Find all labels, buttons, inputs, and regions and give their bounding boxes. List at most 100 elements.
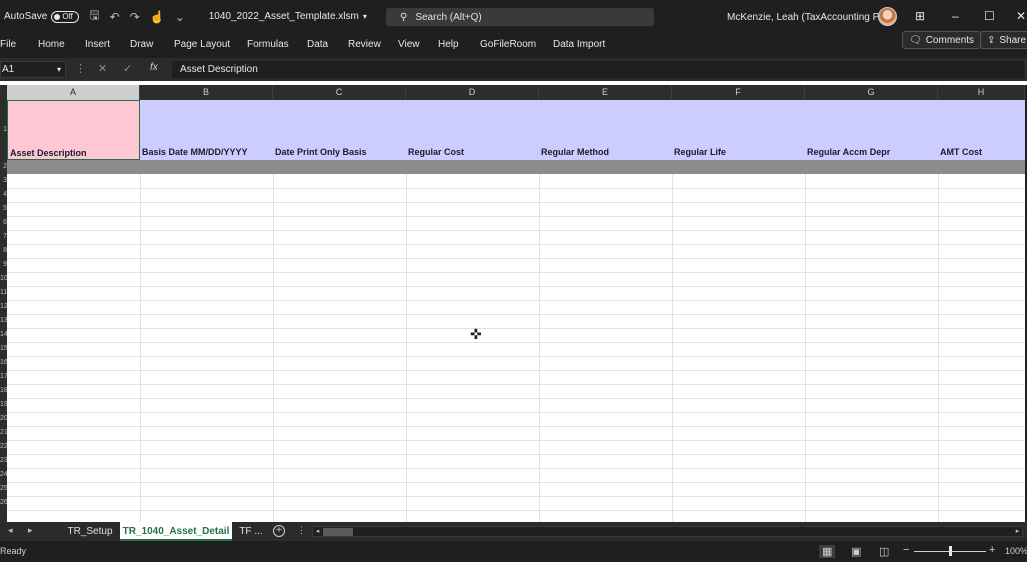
column-header-a[interactable]: A xyxy=(7,85,140,100)
zoom-slider-thumb[interactable] xyxy=(949,546,952,556)
row-header[interactable]: 10 xyxy=(0,272,7,286)
insert-function-icon[interactable]: fx xyxy=(150,62,158,73)
cell-g1[interactable]: Regular Accm Depr xyxy=(805,100,938,160)
menu-gofileroom[interactable]: GoFileRoom xyxy=(480,39,536,50)
row-header[interactable]: 3 xyxy=(0,174,7,188)
row-header[interactable]: 14 xyxy=(0,328,7,342)
redo-icon[interactable]: ↷ xyxy=(130,10,140,24)
scroll-right-icon[interactable]: ▸ xyxy=(1013,527,1022,536)
row-header[interactable]: 20 xyxy=(0,412,7,426)
row-header[interactable]: 1 xyxy=(0,100,7,160)
menu-insert[interactable]: Insert xyxy=(85,39,110,50)
column-header-b[interactable]: B xyxy=(140,85,273,100)
sheet-tab-tr-setup[interactable]: TR_Setup xyxy=(61,522,119,541)
row-header[interactable]: 22 xyxy=(0,440,7,454)
column-header-d[interactable]: D xyxy=(406,85,539,100)
row-header[interactable]: 18 xyxy=(0,384,7,398)
row-header[interactable]: 11 xyxy=(0,286,7,300)
close-icon[interactable]: ✕ xyxy=(1016,9,1026,23)
menu-view[interactable]: View xyxy=(398,39,420,50)
page-break-preview-icon[interactable]: ◫ xyxy=(879,545,889,558)
sheet-tab-tr-1040-asset-detail[interactable]: TR_1040_Asset_Detail xyxy=(120,522,232,541)
undo-icon[interactable]: ↶ xyxy=(110,10,120,24)
cell-b1[interactable]: Basis Date MM/DD/YYYY xyxy=(140,100,273,160)
name-box[interactable]: A1 ▾ xyxy=(0,61,66,78)
column-header-g[interactable]: G xyxy=(805,85,938,100)
row-header[interactable]: 19 xyxy=(0,398,7,412)
tab-scroll-left-icon[interactable]: ◂ xyxy=(8,525,13,536)
row-header[interactable]: 9 xyxy=(0,258,7,272)
menu-formulas[interactable]: Formulas xyxy=(247,39,289,50)
menu-help[interactable]: Help xyxy=(438,39,459,50)
comments-button[interactable]: 🗨 Comments xyxy=(902,31,982,49)
row-header[interactable]: 2 xyxy=(0,160,7,174)
file-name[interactable]: 1040_2022_Asset_Template.xlsm xyxy=(209,11,359,22)
zoom-level[interactable]: 100% xyxy=(1005,546,1027,556)
scrollbar-thumb[interactable] xyxy=(323,528,353,536)
row-header[interactable]: 4 xyxy=(0,188,7,202)
row-header[interactable]: 25 xyxy=(0,482,7,496)
row-header[interactable]: 16 xyxy=(0,356,7,370)
cell-d1[interactable]: Regular Cost xyxy=(406,100,539,160)
status-bar: Ready ▦ ▣ ◫ − + 100% xyxy=(0,541,1027,562)
menu-data-import[interactable]: Data Import xyxy=(553,39,605,50)
customize-toolbar-icon[interactable]: ⌄ xyxy=(175,10,185,24)
chevron-down-icon[interactable]: ▾ xyxy=(363,12,367,21)
worksheet-grid[interactable]: Asset Description Basis Date MM/DD/YYYY … xyxy=(7,100,1025,522)
page-layout-view-icon[interactable]: ▣ xyxy=(851,545,861,558)
select-all-corner[interactable] xyxy=(0,85,7,100)
menu-review[interactable]: Review xyxy=(348,39,381,50)
column-header-c[interactable]: C xyxy=(273,85,406,100)
row-header[interactable]: 24 xyxy=(0,468,7,482)
chevron-down-icon[interactable]: ▾ xyxy=(57,62,61,77)
cell-f1[interactable]: Regular Life xyxy=(672,100,805,160)
menu-page-layout[interactable]: Page Layout xyxy=(174,39,230,50)
cancel-icon[interactable]: ✕ xyxy=(98,62,107,75)
cell-e1[interactable]: Regular Method xyxy=(539,100,672,160)
minimize-icon[interactable]: – xyxy=(952,9,959,23)
enter-icon[interactable]: ✓ xyxy=(123,62,132,75)
maximize-icon[interactable]: ☐ xyxy=(984,9,995,23)
more-sheets-icon[interactable]: ⋮ xyxy=(297,525,306,536)
row-header[interactable]: 8 xyxy=(0,244,7,258)
row-header[interactable]: 7 xyxy=(0,230,7,244)
row-header[interactable]: 6 xyxy=(0,216,7,230)
horizontal-scrollbar[interactable]: ◂ ▸ xyxy=(312,526,1023,537)
search-box[interactable]: ⚲ Search (Alt+Q) xyxy=(386,8,654,26)
cell-c1[interactable]: Date Print Only Basis xyxy=(273,100,406,160)
more-options-icon[interactable]: ⋮ xyxy=(75,62,86,75)
cell-a1[interactable]: Asset Description xyxy=(7,100,140,160)
menu-home[interactable]: Home xyxy=(38,39,65,50)
column-header-h[interactable]: H xyxy=(938,85,1025,100)
menu-data[interactable]: Data xyxy=(307,39,328,50)
autosave-toggle[interactable]: Off xyxy=(51,10,80,23)
add-sheet-icon[interactable]: + xyxy=(273,525,285,537)
column-header-e[interactable]: E xyxy=(539,85,672,100)
sheet-tab-more[interactable]: TF ... xyxy=(234,522,268,541)
menu-draw[interactable]: Draw xyxy=(130,39,153,50)
menu-file[interactable]: File xyxy=(0,39,16,50)
formula-input[interactable]: Asset Description xyxy=(172,61,1024,78)
scroll-left-icon[interactable]: ◂ xyxy=(313,527,322,536)
cell-h1[interactable]: AMT Cost xyxy=(938,100,1025,160)
normal-view-icon[interactable]: ▦ xyxy=(819,545,836,558)
row-header[interactable]: 15 xyxy=(0,342,7,356)
row-header[interactable]: 13 xyxy=(0,314,7,328)
touch-mode-icon[interactable]: ☝ xyxy=(150,10,165,24)
share-label: Share xyxy=(999,34,1027,46)
tab-scroll-right-icon[interactable]: ▸ xyxy=(28,525,33,536)
share-button[interactable]: ⇪ Share xyxy=(980,31,1027,49)
save-icon[interactable]: 🖫 xyxy=(89,6,99,27)
row-header[interactable]: 26 xyxy=(0,496,7,510)
user-name[interactable]: McKenzie, Leah (TaxAccounting Prof) xyxy=(727,12,894,23)
row-header[interactable]: 5 xyxy=(0,202,7,216)
row-header[interactable]: 23 xyxy=(0,454,7,468)
ribbon-display-icon[interactable]: ⊞ xyxy=(915,9,925,23)
row-header[interactable]: 17 xyxy=(0,370,7,384)
zoom-out-icon[interactable]: − xyxy=(903,544,909,556)
column-header-f[interactable]: F xyxy=(672,85,805,100)
row-header[interactable]: 21 xyxy=(0,426,7,440)
zoom-in-icon[interactable]: + xyxy=(989,544,995,556)
avatar[interactable] xyxy=(878,7,897,26)
row-header[interactable]: 12 xyxy=(0,300,7,314)
